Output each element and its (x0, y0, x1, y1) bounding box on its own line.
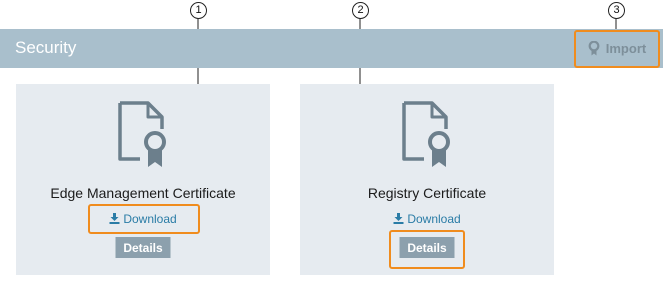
details-button[interactable]: Details (115, 237, 171, 258)
card-title: Edge Management Certificate (50, 185, 236, 201)
highlight-details (389, 230, 465, 269)
callout-1: 1 (190, 2, 207, 19)
callout-3: 3 (608, 2, 625, 19)
download-label: Download (407, 212, 461, 226)
download-icon (393, 213, 404, 224)
highlight-import (574, 30, 660, 68)
highlight-download (88, 204, 200, 234)
certificate-card-edge-management: Edge Management Certificate Download Det… (16, 84, 270, 275)
certificate-icon (118, 101, 166, 167)
certificate-icon (402, 101, 450, 167)
download-link[interactable]: Download (300, 212, 554, 226)
card-title: Registry Certificate (367, 185, 487, 201)
page-title: Security (15, 38, 77, 57)
security-header: Security Import (0, 29, 663, 68)
callout-2: 2 (352, 2, 369, 19)
